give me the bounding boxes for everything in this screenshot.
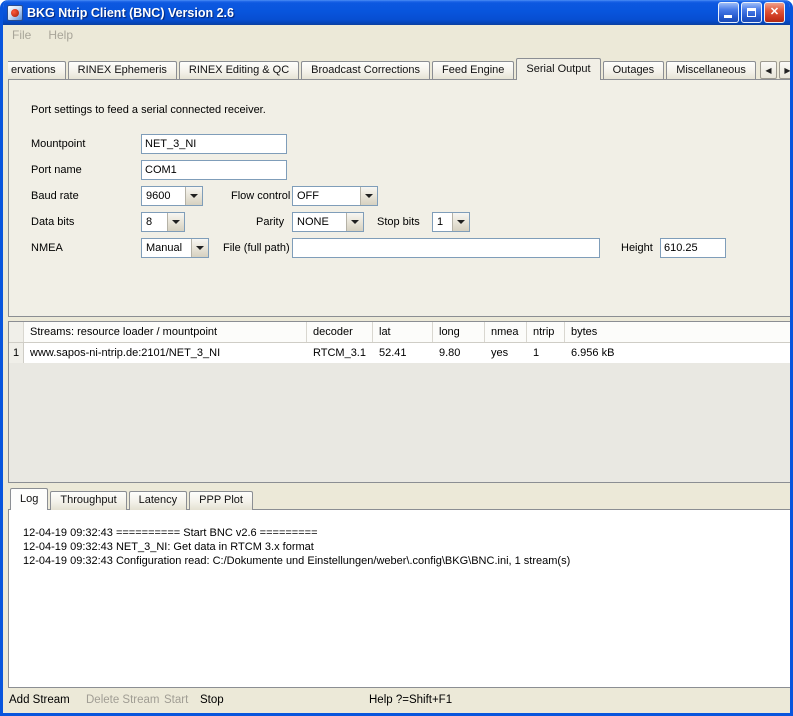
chevron-down-icon [346, 213, 363, 231]
tab-outages[interactable]: Outages [603, 61, 665, 80]
tab-latency[interactable]: Latency [129, 491, 188, 510]
cell-lat: 52.41 [373, 343, 433, 363]
height-label: Height [621, 242, 653, 254]
baud-rate-value: 9600 [142, 187, 185, 205]
data-bits-select[interactable]: 8 [141, 212, 185, 232]
chevron-down-icon [360, 187, 377, 205]
flow-control-select[interactable]: OFF [292, 186, 378, 206]
col-header-decoder[interactable]: decoder [307, 322, 373, 342]
delete-stream-button[interactable]: Delete Stream [86, 694, 160, 706]
tab-rinex-editing-qc[interactable]: RINEX Editing & QC [179, 61, 299, 80]
nmea-select[interactable]: Manual [141, 238, 209, 258]
data-bits-value: 8 [142, 213, 167, 231]
menu-file[interactable]: File [12, 28, 31, 42]
close-icon: ✕ [770, 7, 779, 18]
file-path-input[interactable] [292, 238, 600, 258]
col-header-mountpoint[interactable]: Streams: resource loader / mountpoint [24, 322, 307, 342]
mountpoint-label: Mountpoint [31, 138, 85, 150]
stop-bits-value: 1 [433, 213, 452, 231]
streams-table-header: Streams: resource loader / mountpoint de… [9, 322, 790, 343]
cell-nmea: yes [485, 343, 527, 363]
tab-miscellaneous[interactable]: Miscellaneous [666, 61, 756, 80]
col-header-nmea[interactable]: nmea [485, 322, 527, 342]
tab-feed-engine[interactable]: Feed Engine [432, 61, 514, 80]
tab-scroll-buttons: ◀ ▶ [758, 61, 791, 79]
tab-scroll-left-icon[interactable]: ◀ [760, 61, 777, 79]
baud-rate-label: Baud rate [31, 190, 79, 202]
chevron-down-icon [185, 187, 202, 205]
help-shortcut-label: Help ?=Shift+F1 [369, 694, 452, 706]
baud-rate-select[interactable]: 9600 [141, 186, 203, 206]
cell-ntrip: 1 [527, 343, 565, 363]
window-controls: ✕ [718, 2, 785, 23]
data-bits-label: Data bits [31, 216, 74, 228]
nmea-value: Manual [142, 239, 191, 257]
file-path-label: File (full path) [223, 242, 290, 254]
parity-value: NONE [293, 213, 346, 231]
menubar: File Help [3, 25, 790, 45]
footer: Add Stream Delete Stream Start Stop Help… [3, 690, 790, 713]
tab-broadcast-corrections[interactable]: Broadcast Corrections [301, 61, 430, 80]
maximize-button[interactable] [741, 2, 762, 23]
chevron-down-icon [167, 213, 184, 231]
port-name-label: Port name [31, 164, 82, 176]
height-input[interactable] [660, 238, 726, 258]
cell-mountpoint: www.sapos-ni-ntrip.de:2101/NET_3_NI [24, 343, 307, 363]
stop-bits-select[interactable]: 1 [432, 212, 470, 232]
titlebar[interactable]: BKG Ntrip Client (BNC) Version 2.6 ✕ [3, 0, 790, 25]
table-row[interactable]: 1 www.sapos-ni-ntrip.de:2101/NET_3_NI RT… [9, 343, 790, 363]
tab-scroll-right-icon[interactable]: ▶ [779, 61, 791, 79]
chevron-down-icon [191, 239, 208, 257]
app-window: BKG Ntrip Client (BNC) Version 2.6 ✕ Fil… [0, 0, 793, 716]
log-line: 12-04-19 09:32:43 NET_3_NI: Get data in … [23, 540, 776, 554]
col-header-bytes[interactable]: bytes [565, 322, 790, 342]
close-button[interactable]: ✕ [764, 2, 785, 23]
col-header-long[interactable]: long [433, 322, 485, 342]
flow-control-value: OFF [293, 187, 360, 205]
tab-bar: ervations RINEX Ephemeris RINEX Editing … [8, 58, 791, 80]
parity-select[interactable]: NONE [292, 212, 364, 232]
cell-decoder: RTCM_3.1 [307, 343, 373, 363]
col-header-lat[interactable]: lat [373, 322, 433, 342]
tab-rinex-ephemeris[interactable]: RINEX Ephemeris [68, 61, 177, 80]
window-title: BKG Ntrip Client (BNC) Version 2.6 [27, 6, 714, 20]
table-empty-area [9, 363, 790, 482]
row-number: 1 [9, 343, 24, 363]
tab-serial-output[interactable]: Serial Output [516, 58, 600, 80]
menu-help[interactable]: Help [48, 28, 73, 42]
tab-throughput[interactable]: Throughput [50, 491, 126, 510]
stop-bits-label: Stop bits [377, 216, 420, 228]
cell-bytes: 6.956 kB [565, 343, 790, 363]
minimize-button[interactable] [718, 2, 739, 23]
col-header-ntrip[interactable]: ntrip [527, 322, 565, 342]
cell-long: 9.80 [433, 343, 485, 363]
log-line: 12-04-19 09:32:43 ========== Start BNC v… [23, 526, 776, 540]
chevron-down-icon [452, 213, 469, 231]
parity-label: Parity [256, 216, 284, 228]
nmea-label: NMEA [31, 242, 63, 254]
port-name-input[interactable] [141, 160, 287, 180]
mountpoint-input[interactable] [141, 134, 287, 154]
log-line: 12-04-19 09:32:43 Configuration read: C:… [23, 554, 776, 568]
log-area[interactable]: 12-04-19 09:32:43 ========== Start BNC v… [8, 509, 791, 688]
bottom-tab-bar: Log Throughput Latency PPP Plot [10, 489, 255, 510]
flow-control-label: Flow control [231, 190, 290, 202]
stop-button[interactable]: Stop [200, 694, 224, 706]
row-number-header [9, 322, 24, 342]
streams-table: Streams: resource loader / mountpoint de… [8, 321, 791, 483]
minimize-icon [724, 15, 732, 18]
maximize-icon [747, 8, 756, 17]
serial-output-panel: Port settings to feed a serial connected… [8, 79, 791, 317]
panel-description: Port settings to feed a serial connected… [31, 104, 266, 116]
start-button[interactable]: Start [164, 694, 188, 706]
tab-observations[interactable]: ervations [8, 61, 66, 80]
app-icon [7, 5, 23, 21]
tab-log[interactable]: Log [10, 488, 48, 510]
add-stream-button[interactable]: Add Stream [9, 694, 70, 706]
tab-ppp-plot[interactable]: PPP Plot [189, 491, 253, 510]
